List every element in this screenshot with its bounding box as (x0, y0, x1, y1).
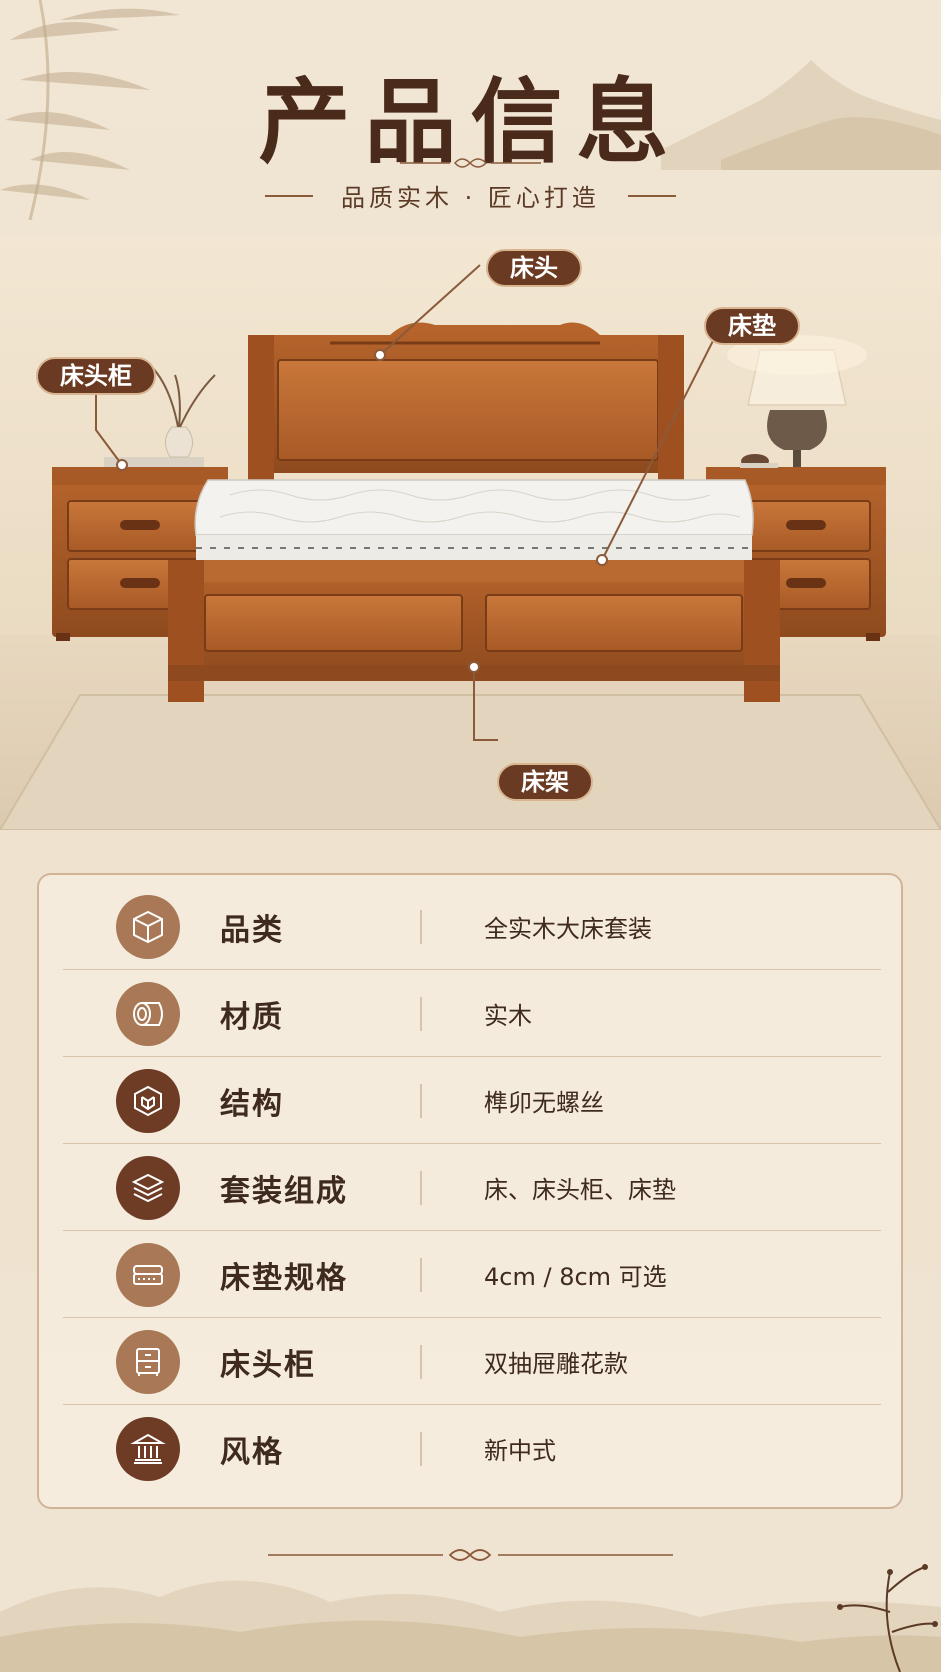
callout-nightstand: 床头柜 (36, 357, 156, 395)
spec-label: 材质 (220, 999, 284, 1035)
bottom-landscape-decoration (0, 1564, 941, 1672)
spec-row: 床垫规格 4cm / 8cm 可选 (63, 1231, 881, 1318)
spec-value: 全实木大床套装 (484, 915, 652, 943)
nightstand-icon (116, 1329, 180, 1394)
spec-row: 结构 榫卯无螺丝 (63, 1057, 881, 1144)
row-separator (420, 1344, 422, 1379)
product-info-page: 产品信息 品质实木 · 匠心打造 床头 床垫 床头柜 床架 品类 全实木大床套装… (0, 0, 941, 1672)
spec-value: 床、床头柜、床垫 (484, 1176, 676, 1204)
row-separator (420, 1257, 422, 1292)
row-separator (420, 996, 422, 1031)
joinery-icon (116, 1068, 180, 1133)
spec-value: 4cm / 8cm 可选 (484, 1263, 667, 1291)
title-ornament (400, 158, 541, 168)
spec-label: 风格 (220, 1434, 284, 1470)
callout-bed-frame: 床架 (497, 763, 593, 801)
spec-label: 床垫规格 (220, 1260, 348, 1296)
spec-label: 品类 (220, 912, 284, 948)
subtitle-line-right (627, 194, 676, 197)
pavilion-icon (116, 1416, 180, 1481)
layers-icon (116, 1155, 180, 1220)
spec-row: 套装组成 床、床头柜、床垫 (63, 1144, 881, 1231)
wood-log-icon (116, 981, 180, 1046)
spec-card: 品类 全实木大床套装 材质 实木 结构 榫卯无螺丝 套装组成 床、床头柜、床垫 … (37, 873, 903, 1509)
spec-label: 床头柜 (220, 1347, 316, 1383)
spec-label: 结构 (220, 1086, 284, 1122)
spec-value: 新中式 (484, 1437, 556, 1465)
subtitle-row: 品质实木 · 匠心打造 (0, 178, 941, 213)
mattress-icon (116, 1242, 180, 1307)
row-separator (420, 909, 422, 944)
callout-headboard: 床头 (486, 249, 582, 287)
subtitle-line-left (265, 194, 314, 197)
spec-row: 床头柜 双抽屉雕花款 (63, 1318, 881, 1405)
spec-row: 品类 全实木大床套装 (63, 883, 881, 970)
spec-row: 材质 实木 (63, 970, 881, 1057)
row-separator (420, 1170, 422, 1205)
row-separator (420, 1431, 422, 1466)
spec-value: 实木 (484, 1002, 532, 1030)
product-scene: 床头 床垫 床头柜 床架 (0, 235, 941, 830)
subtitle: 品质实木 · 匠心打造 (341, 184, 600, 212)
callout-mattress: 床垫 (704, 307, 800, 345)
row-separator (420, 1083, 422, 1118)
spec-value: 双抽屉雕花款 (484, 1350, 628, 1378)
spec-value: 榫卯无螺丝 (484, 1089, 604, 1117)
box-icon (116, 894, 180, 959)
spec-label: 套装组成 (220, 1173, 348, 1209)
spec-row: 风格 新中式 (63, 1405, 881, 1492)
